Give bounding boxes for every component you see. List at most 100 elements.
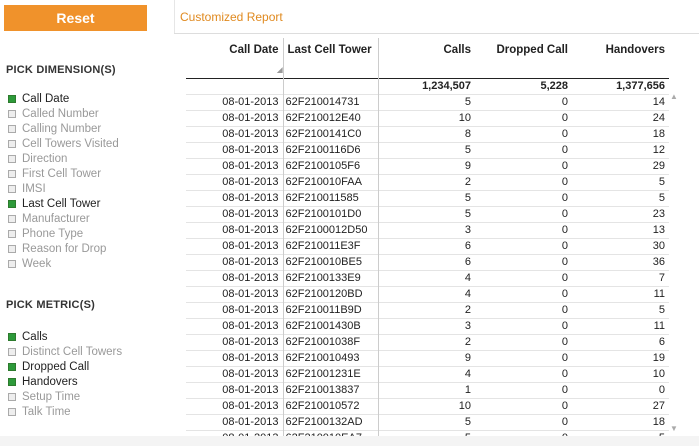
cell-tower-cell: 62F2100120BD (282, 286, 378, 303)
table-row[interactable]: 08-01-2013 62F2100116D6 5 0 12 (186, 142, 669, 159)
handovers-cell: 36 (572, 254, 669, 271)
checked-checkbox-icon[interactable] (8, 332, 16, 341)
dimension-option[interactable]: Calling Number (8, 121, 119, 136)
call-date-cell: 08-01-2013 (186, 286, 283, 303)
table-row[interactable]: 08-01-2013 62F21001038F 2 0 6 (186, 334, 669, 351)
unchecked-checkbox-icon[interactable] (8, 139, 16, 148)
metric-option-label: Setup Time (22, 390, 81, 403)
report-table-container[interactable]: Call Date ◢ Last Cell Tower Calls Dropped… (186, 38, 699, 446)
checked-checkbox-icon[interactable] (8, 377, 16, 386)
dimension-option[interactable]: First Cell Tower (8, 166, 119, 181)
table-row[interactable]: 08-01-2013 62F2100105F6 9 0 29 (186, 158, 669, 175)
col-header-last-cell-tower[interactable]: Last Cell Tower (282, 38, 378, 79)
table-row[interactable]: 08-01-2013 62F210010572 10 0 27 (186, 398, 669, 415)
handovers-cell: 0 (572, 382, 669, 399)
metric-option[interactable]: Distinct Cell Towers (8, 344, 122, 359)
cell-tower-cell: 62F21001430B (282, 318, 378, 335)
dimension-option[interactable]: Called Number (8, 106, 119, 121)
dimension-option[interactable]: Phone Type (8, 226, 119, 241)
scroll-down-icon[interactable]: ▼ (670, 424, 678, 433)
metric-option[interactable]: Handovers (8, 374, 122, 389)
dimension-option[interactable]: Last Cell Tower (8, 196, 119, 211)
table-row[interactable]: 08-01-2013 62F210014731 5 0 14 (186, 94, 669, 111)
reset-button[interactable]: Reset (4, 5, 147, 31)
call-date-cell: 08-01-2013 (186, 382, 283, 399)
unchecked-checkbox-icon[interactable] (8, 392, 16, 401)
total-dropped: 5,228 (475, 78, 572, 95)
table-row[interactable]: 08-01-2013 62F2100133E9 4 0 7 (186, 270, 669, 287)
table-row[interactable]: 08-01-2013 62F2100141C0 8 0 18 (186, 126, 669, 143)
metric-option[interactable]: Dropped Call (8, 359, 122, 374)
metric-option[interactable]: Calls (8, 329, 122, 344)
col-header-call-date[interactable]: Call Date ◢ (186, 38, 283, 79)
call-date-cell: 08-01-2013 (186, 238, 283, 255)
unchecked-checkbox-icon[interactable] (8, 347, 16, 356)
col-header-dropped-call[interactable]: Dropped Call (475, 38, 572, 79)
dimension-option[interactable]: Week (8, 256, 119, 271)
table-row[interactable]: 08-01-2013 62F2100120BD 4 0 11 (186, 286, 669, 303)
table-row[interactable]: 08-01-2013 62F210010493 9 0 19 (186, 350, 669, 367)
unchecked-checkbox-icon[interactable] (8, 259, 16, 268)
handovers-cell: 23 (572, 206, 669, 223)
dropped-call-cell: 0 (475, 142, 572, 159)
table-row[interactable]: 08-01-2013 62F210012E40 10 0 24 (186, 110, 669, 127)
col-header-handovers[interactable]: Handovers (572, 38, 669, 79)
table-row[interactable]: 08-01-2013 62F210011585 5 0 5 (186, 190, 669, 207)
table-row[interactable]: 08-01-2013 62F210011E3F 6 0 30 (186, 238, 669, 255)
unchecked-checkbox-icon[interactable] (8, 124, 16, 133)
col-header-calls[interactable]: Calls (377, 38, 475, 79)
cell-tower-cell: 62F2100132AD (282, 414, 378, 431)
table-row[interactable]: 08-01-2013 62F210010FAA 2 0 5 (186, 174, 669, 191)
cell-tower-cell: 62F2100012D50 (282, 222, 378, 239)
table-row[interactable]: 08-01-2013 62F2100132AD 5 0 18 (186, 414, 669, 431)
metric-option[interactable]: Talk Time (8, 404, 122, 419)
unchecked-checkbox-icon[interactable] (8, 229, 16, 238)
metric-option[interactable]: Setup Time (8, 389, 122, 404)
dimension-option-label: Called Number (22, 107, 99, 120)
dimension-option-label: Manufacturer (22, 212, 90, 225)
unchecked-checkbox-icon[interactable] (8, 154, 16, 163)
call-date-cell: 08-01-2013 (186, 206, 283, 223)
totals-row: 1,234,507 5,228 1,377,656 (186, 78, 669, 95)
table-row[interactable]: 08-01-2013 62F210011B9D 2 0 5 (186, 302, 669, 319)
call-date-cell: 08-01-2013 (186, 94, 283, 111)
unchecked-checkbox-icon[interactable] (8, 109, 16, 118)
table-row[interactable]: 08-01-2013 62F2100012D50 3 0 13 (186, 222, 669, 239)
table-row[interactable]: 08-01-2013 62F21001430B 3 0 11 (186, 318, 669, 335)
checked-checkbox-icon[interactable] (8, 94, 16, 103)
table-row[interactable]: 08-01-2013 62F2100101D0 5 0 23 (186, 206, 669, 223)
unchecked-checkbox-icon[interactable] (8, 244, 16, 253)
dimension-option[interactable]: IMSI (8, 181, 119, 196)
cell-tower-cell: 62F210011B9D (282, 302, 378, 319)
handovers-cell: 29 (572, 158, 669, 175)
dropped-call-cell: 0 (475, 382, 572, 399)
table-row[interactable]: 08-01-2013 62F210013837 1 0 0 (186, 382, 669, 399)
dropped-call-cell: 0 (475, 270, 572, 287)
calls-cell: 10 (377, 398, 475, 415)
dimension-option[interactable]: Manufacturer (8, 211, 119, 226)
cell-tower-cell: 62F210010493 (282, 350, 378, 367)
call-date-cell: 08-01-2013 (186, 158, 283, 175)
panel-divider (174, 0, 175, 34)
unchecked-checkbox-icon[interactable] (8, 407, 16, 416)
report-title: Customized Report (180, 10, 283, 24)
table-row[interactable]: 08-01-2013 62F21001231E 4 0 10 (186, 366, 669, 383)
dropped-call-cell: 0 (475, 94, 572, 111)
unchecked-checkbox-icon[interactable] (8, 214, 16, 223)
checked-checkbox-icon[interactable] (8, 199, 16, 208)
unchecked-checkbox-icon[interactable] (8, 184, 16, 193)
dropped-call-cell: 0 (475, 110, 572, 127)
scroll-up-icon[interactable]: ▲ (670, 92, 678, 101)
unchecked-checkbox-icon[interactable] (8, 169, 16, 178)
dimension-option[interactable]: Cell Towers Visited (8, 136, 119, 151)
checked-checkbox-icon[interactable] (8, 362, 16, 371)
table-row[interactable]: 08-01-2013 62F210010BE5 6 0 36 (186, 254, 669, 271)
dimension-option[interactable]: Direction (8, 151, 119, 166)
dimension-option[interactable]: Call Date (8, 91, 119, 106)
calls-cell: 4 (377, 270, 475, 287)
cell-tower-cell: 62F210012E40 (282, 110, 378, 127)
dropped-call-cell: 0 (475, 206, 572, 223)
handovers-cell: 5 (572, 174, 669, 191)
dimension-option-label: IMSI (22, 182, 46, 195)
dimension-option[interactable]: Reason for Drop (8, 241, 119, 256)
